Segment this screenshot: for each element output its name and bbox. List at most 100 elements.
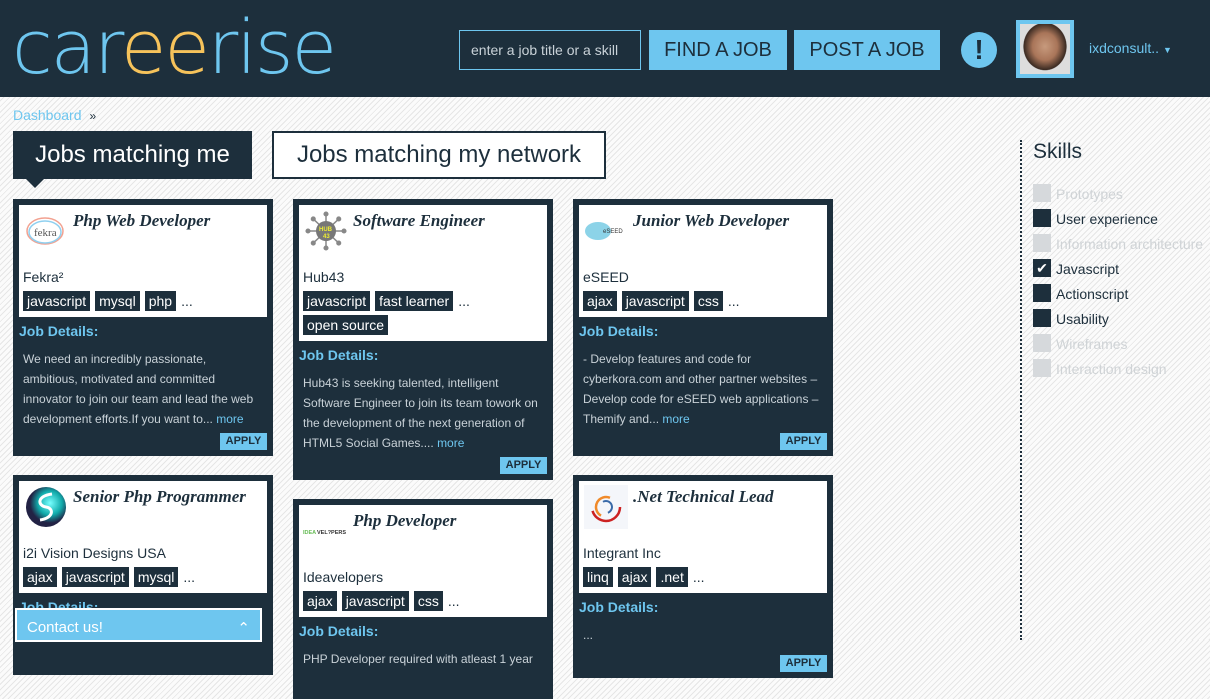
breadcrumb-dashboard[interactable]: Dashboard xyxy=(13,107,82,123)
breadcrumb: Dashboard » xyxy=(13,107,96,123)
company-name: Hub43 xyxy=(303,269,345,285)
more-tags[interactable]: ... xyxy=(448,593,460,609)
company-logo xyxy=(23,487,69,527)
apply-button[interactable]: APPLY xyxy=(500,457,547,474)
skill-tag[interactable]: .net xyxy=(656,567,688,587)
skill-tag[interactable]: ajax xyxy=(583,291,617,311)
skill-label: Wireframes xyxy=(1056,336,1128,352)
job-details-label: Job Details: xyxy=(299,347,379,363)
job-description: ... xyxy=(579,625,827,645)
post-job-button[interactable]: POST A JOB xyxy=(794,30,940,70)
more-link[interactable]: more xyxy=(437,436,464,450)
job-title[interactable]: .Net Technical Lead xyxy=(633,487,774,541)
job-description: - Develop features and code for cyberkor… xyxy=(579,349,827,429)
logo-text-accent: ee xyxy=(120,5,210,91)
checkbox[interactable] xyxy=(1033,209,1051,227)
skill-tag[interactable]: mysql xyxy=(133,567,179,587)
more-tags[interactable]: ... xyxy=(693,569,705,585)
more-tags[interactable]: ... xyxy=(181,293,193,309)
skill-tag[interactable]: ajax xyxy=(23,567,57,587)
user-menu[interactable]: ixdconsult.. ▼ xyxy=(1089,40,1172,56)
skill-filter: Wireframes xyxy=(1033,334,1210,354)
job-description: Hub43 is seeking talented, intelligent S… xyxy=(299,373,547,453)
skill-tag[interactable]: javascript xyxy=(61,567,129,587)
skill-tag[interactable]: javascript xyxy=(303,291,371,311)
job-card: eSEED Junior Web Developer eSEED ajax jav… xyxy=(573,199,833,456)
header: careerise FIND A JOB POST A JOB ! ixdcon… xyxy=(0,0,1210,97)
company-name: Fekra² xyxy=(23,269,64,285)
description-text: PHP Developer required with atleast 1 ye… xyxy=(303,652,533,666)
skills-panel: Skills Prototypes User experience Informat… xyxy=(1020,140,1210,640)
svg-text:VEL?PERS: VEL?PERS xyxy=(317,530,346,536)
job-title[interactable]: Junior Web Developer xyxy=(633,211,789,265)
job-details-label: Job Details: xyxy=(19,323,99,339)
skill-filter[interactable]: ✔ Javascript xyxy=(1033,259,1210,279)
company-logo: HUB 43 xyxy=(303,211,349,251)
job-description: PHP Developer required with atleast 1 ye… xyxy=(299,649,547,669)
job-title[interactable]: Software Engineer xyxy=(353,211,485,265)
job-card: fekra Php Web Developer Fekra² javascrip… xyxy=(13,199,273,456)
skill-tag[interactable]: linq xyxy=(583,567,613,587)
skill-tag[interactable]: ajax xyxy=(303,591,337,611)
skill-tag[interactable]: javascript xyxy=(341,591,409,611)
skill-tag[interactable]: javascript xyxy=(23,291,91,311)
apply-button[interactable]: APPLY xyxy=(780,655,827,672)
search-input[interactable] xyxy=(459,30,641,70)
skill-label: Usability xyxy=(1056,311,1109,327)
job-title[interactable]: Senior Php Programmer xyxy=(73,487,246,541)
skill-tag[interactable]: mysql xyxy=(95,291,140,311)
logo-text: car xyxy=(12,5,123,91)
contact-us-bar[interactable]: Contact us! ⌃ xyxy=(15,608,262,642)
more-tags[interactable]: ... xyxy=(458,293,470,309)
company-logo: eSEED xyxy=(583,211,629,251)
chevron-up-icon: ⌃ xyxy=(237,620,250,637)
skill-filter: Interaction design xyxy=(1033,359,1210,379)
apply-button[interactable]: APPLY xyxy=(780,433,827,450)
job-title[interactable]: Php Developer xyxy=(353,511,456,565)
more-tags[interactable]: ... xyxy=(728,293,740,309)
alert-icon[interactable]: ! xyxy=(961,32,997,68)
skill-tag[interactable]: javascript xyxy=(621,291,689,311)
contact-label: Contact us! xyxy=(27,619,103,636)
more-tags[interactable]: ... xyxy=(183,569,195,585)
skill-filter[interactable]: Usability xyxy=(1033,309,1210,329)
skill-label: User experience xyxy=(1056,211,1158,227)
job-details-label: Job Details: xyxy=(299,623,379,639)
tab-jobs-matching-me[interactable]: Jobs matching me xyxy=(13,131,252,188)
job-card: HUB 43 Software Engineer Hub43 javascript… xyxy=(293,199,553,480)
skill-tag[interactable]: css xyxy=(693,291,723,311)
description-text: Hub43 is seeking talented, intelligent S… xyxy=(303,376,538,450)
logo[interactable]: careerise xyxy=(12,5,337,91)
skill-filter[interactable]: Actionscript xyxy=(1033,284,1210,304)
checkbox[interactable]: ✔ xyxy=(1033,259,1051,277)
skill-tag[interactable]: css xyxy=(413,591,443,611)
username: ixdconsult.. xyxy=(1089,40,1160,56)
company-name: Ideavelopers xyxy=(303,569,384,585)
job-card: IDEA VEL?PERS Php Developer Ideavelopers … xyxy=(293,499,553,699)
find-job-button[interactable]: FIND A JOB xyxy=(649,30,787,70)
company-logo xyxy=(583,485,629,529)
skill-filter: Information architecture xyxy=(1033,234,1210,254)
avatar[interactable] xyxy=(1016,20,1074,78)
company-logo: fekra xyxy=(23,211,69,251)
skill-label: Prototypes xyxy=(1056,186,1123,202)
checkbox[interactable] xyxy=(1033,284,1051,302)
svg-text:43: 43 xyxy=(323,234,330,240)
more-link[interactable]: more xyxy=(662,412,689,426)
skill-label: Information architecture xyxy=(1056,236,1204,252)
skill-tag[interactable]: fast learner xyxy=(375,291,454,311)
checkbox[interactable] xyxy=(1033,309,1051,327)
tab-jobs-matching-network[interactable]: Jobs matching my network xyxy=(272,131,606,179)
svg-text:fekra: fekra xyxy=(34,227,57,239)
skill-tag[interactable]: open source xyxy=(303,315,389,335)
skill-filter[interactable]: User experience xyxy=(1033,209,1210,229)
job-details-label: Job Details: xyxy=(579,599,659,615)
skill-tag[interactable]: php xyxy=(144,291,177,311)
skills-title: Skills xyxy=(1033,140,1083,163)
job-card: Senior Php Programmer i2i Vision Designs… xyxy=(13,475,273,675)
more-link[interactable]: more xyxy=(216,412,243,426)
skill-tag[interactable]: ajax xyxy=(617,567,652,587)
skill-filter: Prototypes xyxy=(1033,184,1210,204)
apply-button[interactable]: APPLY xyxy=(220,433,267,450)
job-title[interactable]: Php Web Developer xyxy=(73,211,210,265)
